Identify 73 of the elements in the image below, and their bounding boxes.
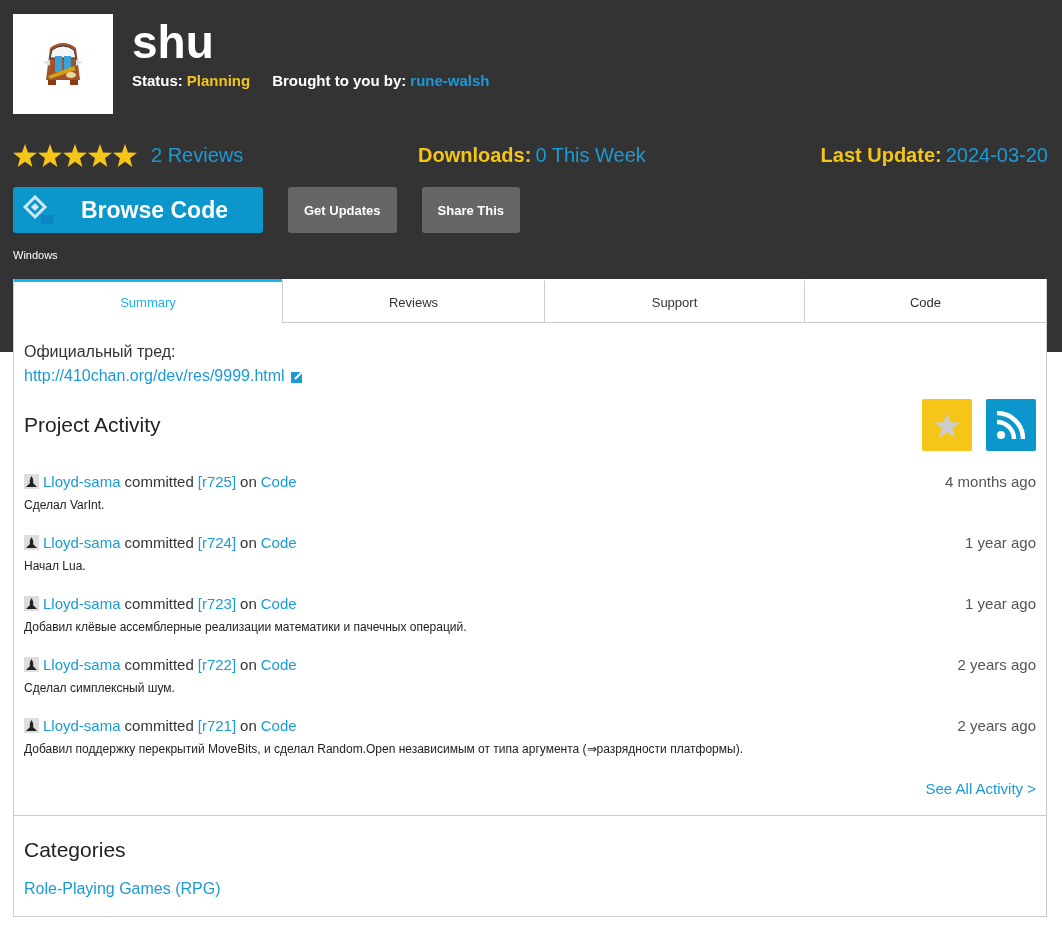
status-label: Status: xyxy=(132,72,183,89)
section-heading: Categories xyxy=(24,838,127,862)
activity-preposition: on xyxy=(240,534,257,551)
activity-verb: committed xyxy=(124,595,194,612)
user-link[interactable]: Lloyd-sama xyxy=(43,656,121,673)
project-title: shu xyxy=(132,15,215,70)
last-update-value: 2024-03-20 xyxy=(945,144,1048,167)
user-icon xyxy=(24,596,39,611)
star-icon xyxy=(88,144,112,167)
user-link[interactable]: Lloyd-sama xyxy=(43,534,121,551)
repository-link[interactable]: Code xyxy=(260,473,297,490)
activity-preposition: on xyxy=(240,656,257,673)
commit-message: Начал Lua. xyxy=(24,559,87,573)
see-all-activity-link[interactable]: See All Activity > xyxy=(925,780,1036,797)
last-update-label: Last Update: xyxy=(820,144,942,167)
star-icon xyxy=(113,144,137,167)
user-link[interactable]: Lloyd-sama xyxy=(43,595,121,612)
activity-time: 2 years ago xyxy=(957,717,1036,734)
rss-icon xyxy=(997,411,1025,439)
star-icon xyxy=(38,144,62,167)
revision-link[interactable]: [r722] xyxy=(197,656,237,673)
star-icon xyxy=(63,144,87,167)
user-link[interactable]: Lloyd-sama xyxy=(43,717,121,734)
revision-link[interactable]: [r725] xyxy=(197,473,237,490)
tab[interactable]: Support xyxy=(544,279,804,322)
star-icon xyxy=(934,412,960,438)
activity-preposition: on xyxy=(240,595,257,612)
commit-message: Добавил поддержку перекрытий MoveBits, и сделал Random.Open независимым от типа аргумента (⇒разрядности платформы). xyxy=(24,742,744,756)
section-heading: Project Activity xyxy=(24,413,161,437)
revision-link[interactable]: [r721] xyxy=(197,717,237,734)
share-button[interactable]: Share This xyxy=(421,187,521,233)
browse-code-button[interactable]: Browse Code xyxy=(13,187,263,233)
activity-time: 1 year ago xyxy=(965,595,1036,612)
author-label: Brought to you by: xyxy=(272,72,407,89)
downloads-value: 0 This Week xyxy=(535,144,646,167)
activity-verb: committed xyxy=(124,473,194,490)
commit-message: Добавил клёвые ассемблерные реализации математики и пачечных операций. xyxy=(24,620,468,634)
downloads-label: Downloads: xyxy=(418,144,532,167)
repository-link[interactable]: Code xyxy=(260,656,297,673)
activity-preposition: on xyxy=(240,717,257,734)
activity-time: 1 year ago xyxy=(965,534,1036,551)
tab[interactable]: Code xyxy=(804,279,1046,322)
commit-message: Сделал VarInt. xyxy=(24,498,106,512)
author-link[interactable]: rune-walsh xyxy=(410,72,490,89)
category-link[interactable]: Role-Playing Games (RPG) xyxy=(24,880,1036,898)
revision-link[interactable]: [r724] xyxy=(197,534,237,551)
activity-time: 2 years ago xyxy=(957,656,1036,673)
tab[interactable]: Reviews xyxy=(282,279,544,322)
activity-preposition: on xyxy=(240,473,257,490)
thread-link[interactable]: http://410chan.org/dev/res/9999.html xyxy=(24,367,285,385)
commit-message: Сделал симплексный шум. xyxy=(24,681,176,695)
rss-button[interactable] xyxy=(986,399,1036,451)
star-icon xyxy=(13,144,37,167)
reviews-link[interactable]: 2 Reviews xyxy=(151,144,244,167)
activity-time: 4 months ago xyxy=(945,473,1036,490)
revision-link[interactable]: [r723] xyxy=(197,595,237,612)
get-updates-button[interactable]: Get Updates xyxy=(288,187,397,233)
user-icon xyxy=(24,474,39,489)
platform-label: Windows xyxy=(12,248,59,263)
user-icon xyxy=(24,535,39,550)
activity-verb: committed xyxy=(124,656,194,673)
repository-link[interactable]: Code xyxy=(260,595,297,612)
activity-verb: committed xyxy=(124,717,194,734)
user-icon xyxy=(24,657,39,672)
thread-label: Официальный тред: xyxy=(24,343,177,361)
tab[interactable]: Summary xyxy=(14,279,282,323)
repository-link[interactable]: Code xyxy=(260,717,297,734)
repository-link[interactable]: Code xyxy=(260,534,297,551)
user-link[interactable]: Lloyd-sama xyxy=(43,473,121,490)
external-link-icon xyxy=(290,369,304,383)
activity-verb: committed xyxy=(124,534,194,551)
status-value: Planning xyxy=(186,72,251,89)
user-icon xyxy=(24,718,39,733)
